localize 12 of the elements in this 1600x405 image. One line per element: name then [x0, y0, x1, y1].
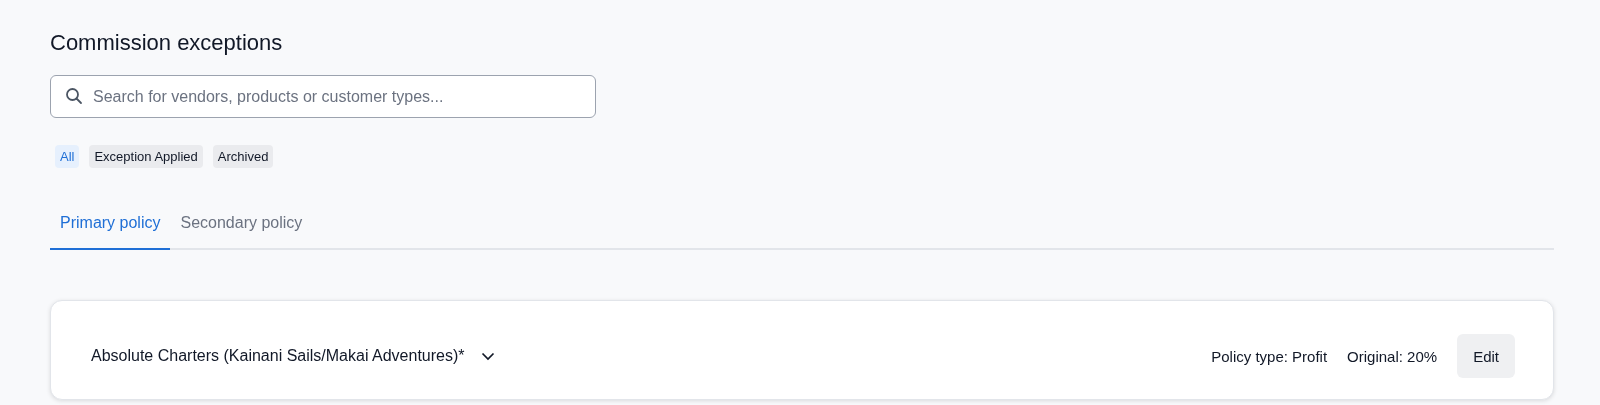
- tab[interactable]: Primary policy: [50, 198, 171, 250]
- filter-chip[interactable]: Archived: [212, 145, 274, 168]
- policy-type: Policy type: Profit: [1211, 347, 1328, 365]
- search-field[interactable]: Search for vendors, products or customer types...: [50, 75, 596, 118]
- filter-chip[interactable]: All: [55, 145, 80, 168]
- chevron-icon: [480, 351, 495, 361]
- tab[interactable]: Secondary policy: [170, 198, 313, 250]
- filter-chip[interactable]: Exception Applied: [89, 145, 203, 168]
- page-title: Commission exceptions: [50, 29, 284, 57]
- original-rate: Original: 20%: [1347, 347, 1438, 365]
- vendor-name: Absolute Charters (Kainani Sails/Makai Adventures)*: [91, 347, 465, 365]
- edit-button[interactable]: Edit: [1457, 334, 1515, 378]
